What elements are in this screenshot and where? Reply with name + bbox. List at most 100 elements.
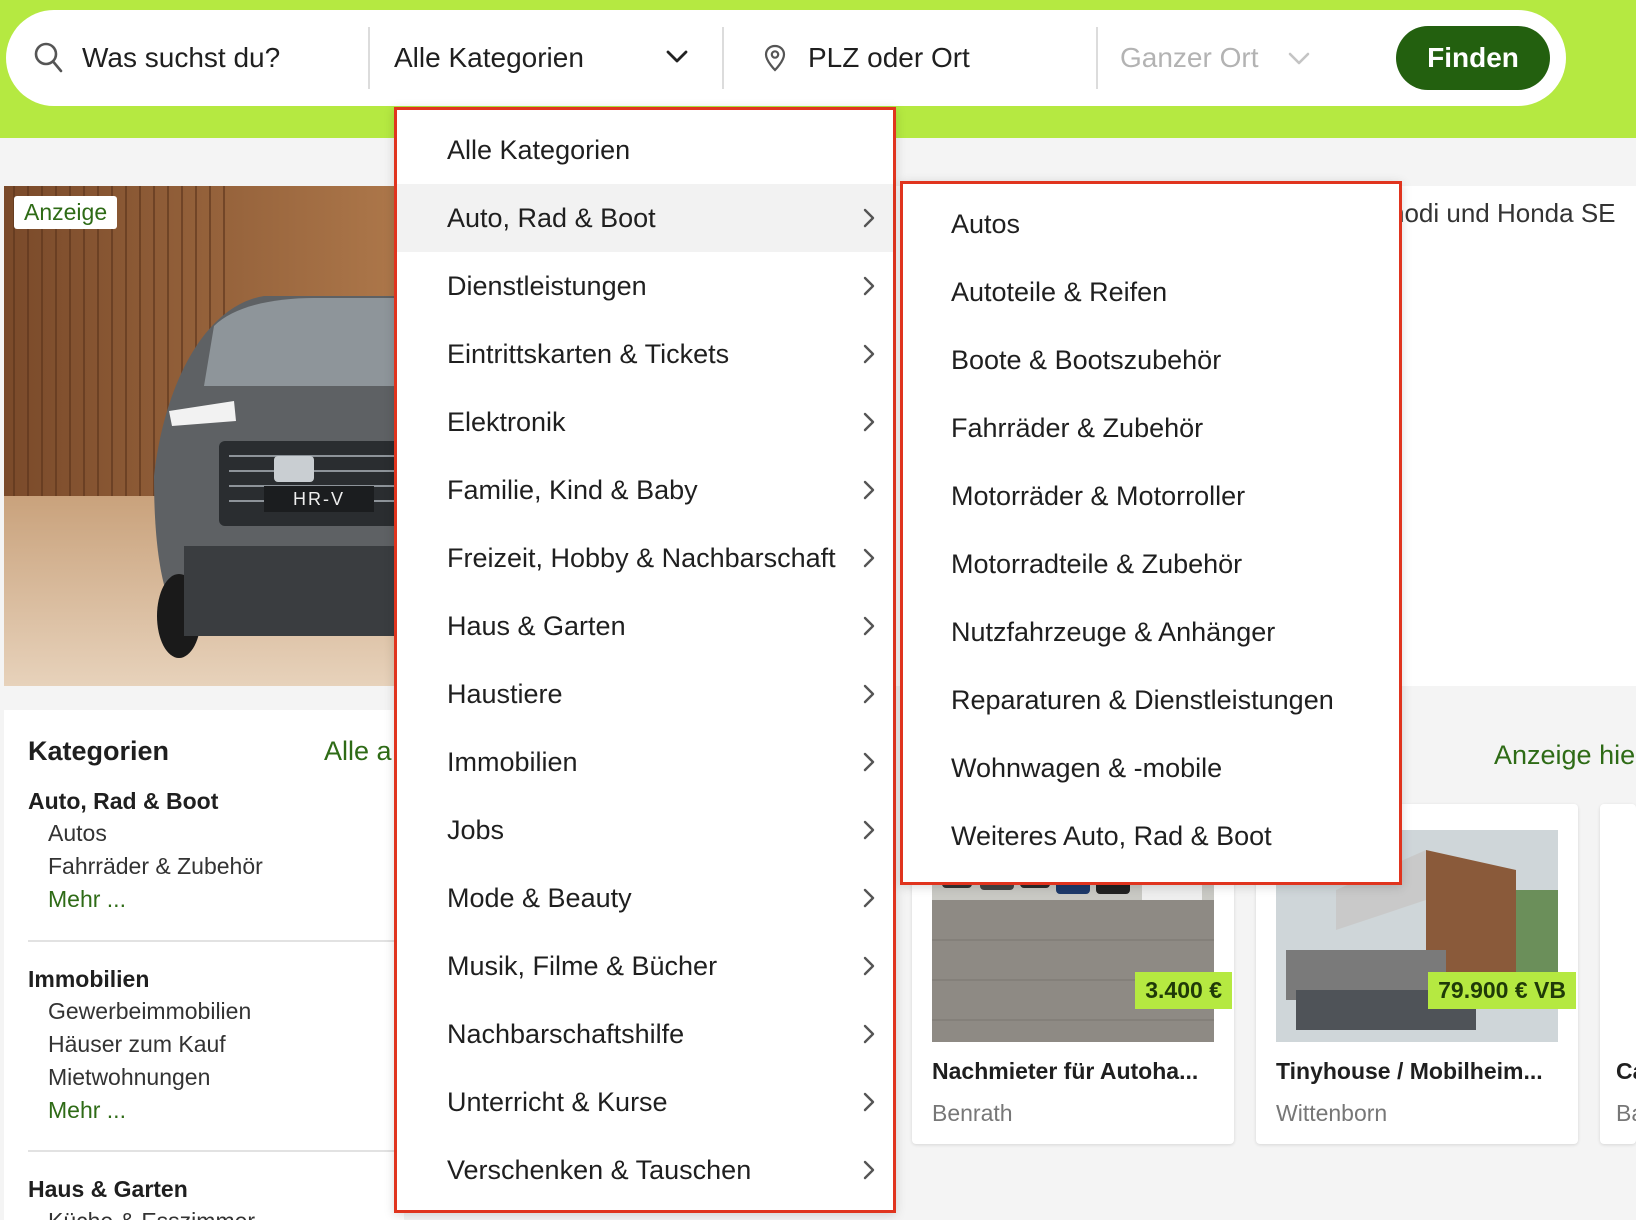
category-link[interactable]: Autos (48, 820, 107, 847)
divider (28, 1150, 404, 1152)
menu-item-familie[interactable]: Familie, Kind & Baby (397, 456, 893, 524)
chevron-right-icon (859, 1022, 879, 1046)
chevron-right-icon (859, 206, 879, 230)
chevron-right-icon (859, 478, 879, 502)
radius-select[interactable]: Ganzer Ort (1120, 38, 1258, 78)
category-group-title[interactable]: Immobilien (28, 966, 149, 993)
categories-card: Kategorien Alle a Auto, Rad & Boot Autos… (4, 710, 404, 1220)
menu-item-label: Alle Kategorien (447, 135, 631, 165)
chevron-right-icon (859, 1090, 879, 1114)
menu-item-eintrittskarten[interactable]: Eintrittskarten & Tickets (397, 320, 893, 388)
submenu-item-fahrraeder[interactable]: Fahrräder & Zubehör (903, 394, 1399, 462)
menu-item-label: Haus & Garten (447, 611, 626, 641)
category-link[interactable]: Küche & Esszimmer (48, 1208, 255, 1220)
menu-item-label: Nachbarschaftshilfe (447, 1019, 685, 1049)
category-link[interactable]: Fahrräder & Zubehör (48, 853, 263, 880)
menu-item-alle-kategorien[interactable]: Alle Kategorien (397, 116, 893, 184)
menu-item-label: Jobs (447, 815, 505, 845)
search-divider (368, 27, 370, 89)
chevron-down-icon[interactable] (666, 50, 688, 69)
search-bar: Was suchst du? Alle Kategorien PLZ oder … (6, 10, 1566, 106)
submenu-item-label: Motorräder & Motorroller (951, 481, 1246, 511)
menu-item-elektronik[interactable]: Elektronik (397, 388, 893, 456)
menu-item-mode-beauty[interactable]: Mode & Beauty (397, 864, 893, 932)
menu-item-nachbarschaftshilfe[interactable]: Nachbarschaftshilfe (397, 1000, 893, 1068)
submenu-item-label: Fahrräder & Zubehör (951, 413, 1204, 443)
submenu-item-boote[interactable]: Boote & Bootszubehör (903, 326, 1399, 394)
price-tag: 79.900 € VB (1428, 972, 1576, 1009)
submenu-item-label: Boote & Bootszubehör (951, 345, 1222, 375)
menu-item-label: Unterricht & Kurse (447, 1087, 668, 1117)
chevron-right-icon (859, 682, 879, 706)
submenu-item-motorradteile[interactable]: Motorradteile & Zubehör (903, 530, 1399, 598)
menu-item-haustiere[interactable]: Haustiere (397, 660, 893, 728)
chevron-right-icon (859, 818, 879, 842)
search-divider (722, 27, 724, 89)
menu-item-label: Mode & Beauty (447, 883, 632, 913)
menu-item-label: Verschenken & Tauschen (447, 1155, 752, 1185)
category-link[interactable]: Gewerbeimmobilien (48, 998, 251, 1025)
listing-title[interactable]: Ca (1616, 1058, 1636, 1085)
menu-item-jobs[interactable]: Jobs (397, 796, 893, 864)
category-menu: Alle Kategorien Auto, Rad & Boot Dienstl… (394, 107, 896, 1213)
chevron-right-icon (859, 614, 879, 638)
category-group-title[interactable]: Haus & Garten (28, 1176, 188, 1203)
submenu-item-motorraeder[interactable]: Motorräder & Motorroller (903, 462, 1399, 530)
menu-item-musik[interactable]: Musik, Filme & Bücher (397, 932, 893, 1000)
listing-card[interactable]: Ca Ba (1600, 804, 1636, 1144)
listing-location: Wittenborn (1276, 1100, 1388, 1126)
listing-location: Benrath (932, 1100, 1013, 1126)
search-divider (1096, 27, 1098, 89)
hero-ad-text[interactable]: nodi und Honda SE (1390, 198, 1616, 229)
menu-item-haus-garten[interactable]: Haus & Garten (397, 592, 893, 660)
more-link[interactable]: Mehr ... (48, 886, 126, 913)
menu-item-label: Immobilien (447, 747, 578, 777)
chevron-right-icon (859, 954, 879, 978)
menu-item-freizeit[interactable]: Freizeit, Hobby & Nachbarschaft (397, 524, 893, 592)
menu-item-label: Familie, Kind & Baby (447, 475, 698, 505)
submenu-item-weiteres[interactable]: Weiteres Auto, Rad & Boot (903, 802, 1399, 870)
listing-location: Ba (1616, 1100, 1636, 1126)
menu-item-dienstleistungen[interactable]: Dienstleistungen (397, 252, 893, 320)
search-input[interactable]: Was suchst du? (82, 38, 280, 78)
chevron-right-icon (859, 546, 879, 570)
car-ad-image[interactable]: HR-V (4, 186, 424, 686)
submenu-item-autoteile[interactable]: Autoteile & Reifen (903, 258, 1399, 326)
submenu-item-label: Autoteile & Reifen (951, 277, 1168, 307)
category-group-title[interactable]: Auto, Rad & Boot (28, 788, 218, 815)
listing-title[interactable]: Nachmieter für Autoha... (932, 1058, 1222, 1085)
menu-item-label: Freizeit, Hobby & Nachbarschaft (447, 543, 836, 573)
submenu-item-wohnwagen[interactable]: Wohnwagen & -mobile (903, 734, 1399, 802)
menu-item-verschenken[interactable]: Verschenken & Tauschen (397, 1136, 893, 1204)
search-icon (34, 42, 64, 79)
menu-item-label: Auto, Rad & Boot (447, 203, 656, 233)
location-input[interactable]: PLZ oder Ort (808, 38, 970, 78)
more-link[interactable]: Mehr ... (48, 1097, 126, 1124)
listing-title[interactable]: Tinyhouse / Mobilheim... (1276, 1058, 1566, 1085)
divider (28, 940, 404, 942)
submenu-item-nutzfahrzeuge[interactable]: Nutzfahrzeuge & Anhänger (903, 598, 1399, 666)
chevron-down-icon[interactable] (1288, 52, 1310, 71)
all-categories-link[interactable]: Alle a (324, 736, 392, 767)
menu-item-auto-rad-boot[interactable]: Auto, Rad & Boot (397, 184, 893, 252)
submenu-item-label: Reparaturen & Dienstleistungen (951, 685, 1334, 715)
chevron-right-icon (859, 1158, 879, 1182)
chevron-right-icon (859, 342, 879, 366)
submenu-item-autos[interactable]: Autos (903, 190, 1399, 258)
find-button[interactable]: Finden (1396, 26, 1550, 90)
chevron-right-icon (859, 886, 879, 910)
menu-item-label: Haustiere (447, 679, 563, 709)
submenu-item-label: Motorradteile & Zubehör (951, 549, 1243, 579)
menu-item-unterricht[interactable]: Unterricht & Kurse (397, 1068, 893, 1136)
chevron-right-icon (859, 750, 879, 774)
submenu-item-reparaturen[interactable]: Reparaturen & Dienstleistungen (903, 666, 1399, 734)
submenu-item-label: Wohnwagen & -mobile (951, 753, 1223, 783)
menu-item-immobilien[interactable]: Immobilien (397, 728, 893, 796)
ad-tag: Anzeige (14, 196, 118, 229)
category-select[interactable]: Alle Kategorien (394, 38, 584, 78)
menu-item-label: Musik, Filme & Bücher (447, 951, 718, 981)
submenu-item-label: Autos (951, 209, 1021, 239)
post-ad-link[interactable]: Anzeige hie (1494, 740, 1635, 771)
category-link[interactable]: Mietwohnungen (48, 1064, 210, 1091)
category-link[interactable]: Häuser zum Kauf (48, 1031, 226, 1058)
